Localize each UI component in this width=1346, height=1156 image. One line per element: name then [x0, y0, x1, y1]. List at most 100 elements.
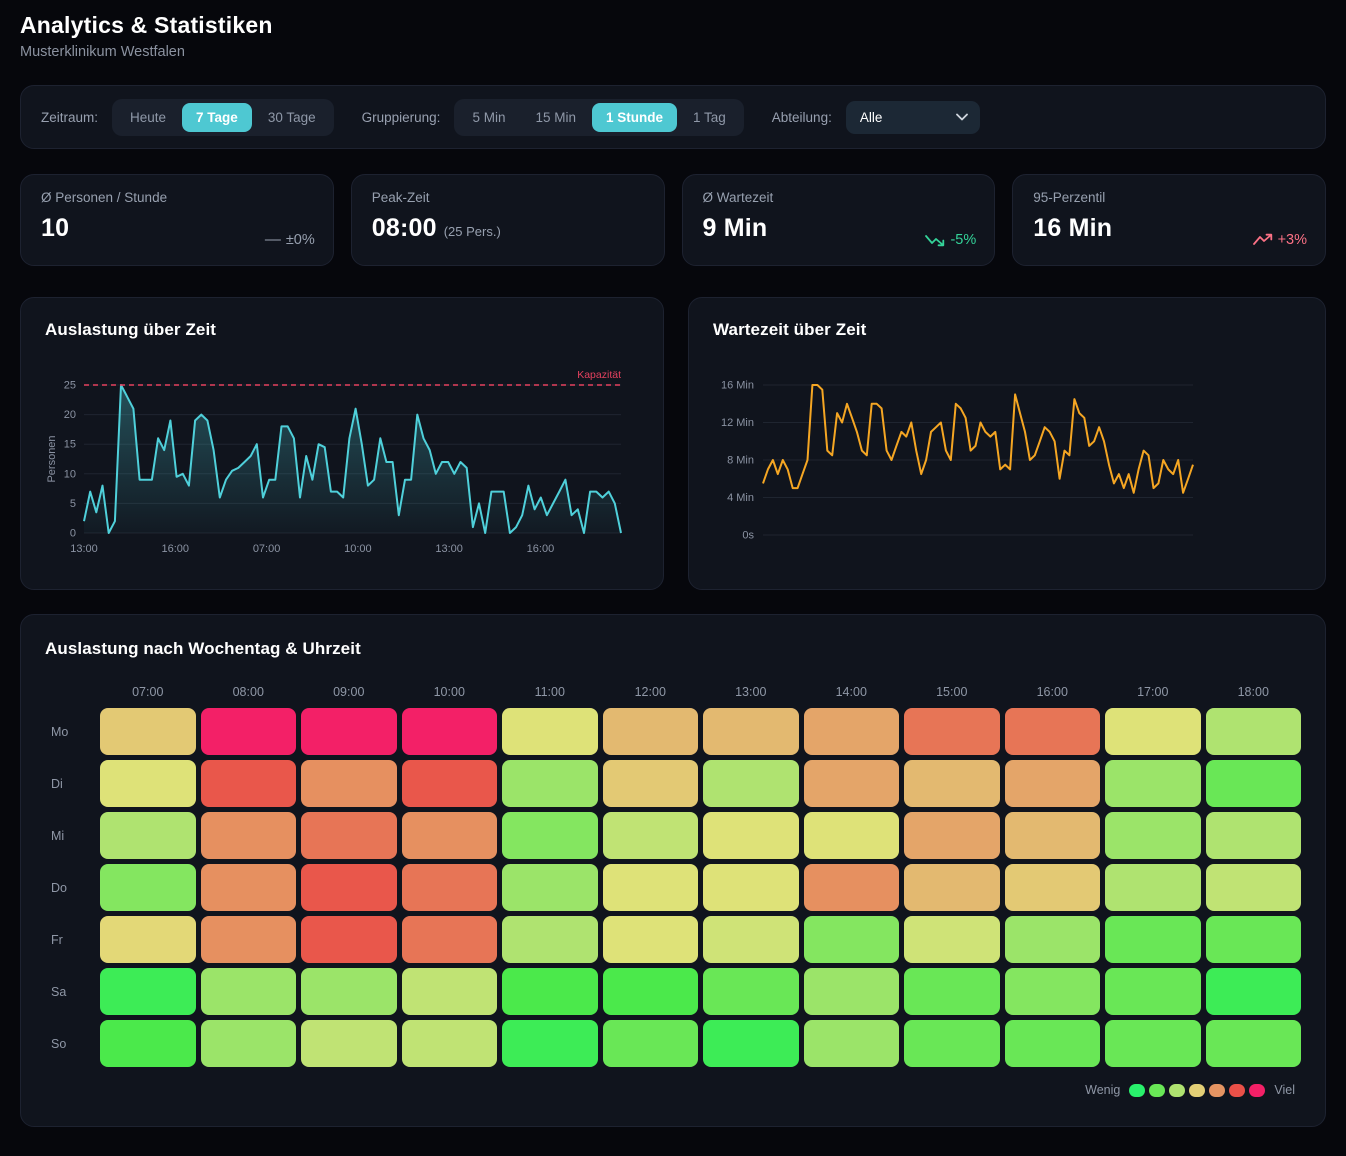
heatmap-cell[interactable]	[502, 1020, 598, 1067]
heatmap-cell[interactable]	[1105, 864, 1201, 911]
heatmap-cell[interactable]	[1105, 1020, 1201, 1067]
heatmap-cell[interactable]	[603, 916, 699, 963]
heatmap-cell[interactable]	[1005, 968, 1101, 1015]
zeitraum-option-30-tage[interactable]: 30 Tage	[254, 103, 330, 132]
heatmap-cell[interactable]	[603, 968, 699, 1015]
heatmap-cell[interactable]	[804, 916, 900, 963]
heatmap-cell[interactable]	[100, 760, 196, 807]
heatmap-cell[interactable]	[301, 1020, 397, 1067]
heatmap-cell[interactable]	[100, 864, 196, 911]
heatmap-cell[interactable]	[301, 916, 397, 963]
heatmap-cell[interactable]	[904, 968, 1000, 1015]
heatmap-cell[interactable]	[804, 968, 900, 1015]
heatmap-cell[interactable]	[201, 968, 297, 1015]
heatmap-cell[interactable]	[100, 812, 196, 859]
charts-row: Auslastung über Zeit 0510152025Personen1…	[20, 297, 1326, 590]
heatmap-cell[interactable]	[502, 708, 598, 755]
heatmap-cell[interactable]	[201, 708, 297, 755]
heatmap-cell[interactable]	[402, 968, 498, 1015]
heatmap-cell[interactable]	[1206, 916, 1302, 963]
heatmap-cell[interactable]	[1005, 916, 1101, 963]
heatmap-col-label: 10:00	[402, 677, 498, 703]
heatmap-cell[interactable]	[402, 708, 498, 755]
abteilung-select[interactable]: Alle	[846, 101, 980, 134]
zeitraum-option-7-tage[interactable]: 7 Tage	[182, 103, 252, 132]
heatmap-cell[interactable]	[1206, 864, 1302, 911]
heatmap-cell[interactable]	[1206, 1020, 1302, 1067]
heatmap-cell[interactable]	[100, 968, 196, 1015]
heatmap-cell[interactable]	[804, 708, 900, 755]
heatmap-cell[interactable]	[703, 968, 799, 1015]
heatmap-cell[interactable]	[603, 864, 699, 911]
heatmap-col-label: 18:00	[1206, 677, 1302, 703]
heatmap-cell[interactable]	[201, 1020, 297, 1067]
heatmap-cell[interactable]	[201, 760, 297, 807]
gruppierung-label: Gruppierung:	[362, 110, 441, 125]
heatmap-cell[interactable]	[1206, 968, 1302, 1015]
heatmap-cell[interactable]	[1206, 812, 1302, 859]
heatmap-cell[interactable]	[804, 812, 900, 859]
heatmap-cell[interactable]	[603, 708, 699, 755]
heatmap-cell[interactable]	[904, 708, 1000, 755]
heatmap-cell[interactable]	[1206, 760, 1302, 807]
heatmap-cell[interactable]	[1105, 708, 1201, 755]
heatmap-cell[interactable]	[904, 812, 1000, 859]
heatmap-cell[interactable]	[301, 760, 397, 807]
svg-text:13:00: 13:00	[70, 543, 98, 555]
heatmap-cell[interactable]	[1005, 1020, 1101, 1067]
heatmap-cell[interactable]	[1005, 760, 1101, 807]
heatmap-cell[interactable]	[402, 760, 498, 807]
heatmap-cell[interactable]	[100, 1020, 196, 1067]
heatmap-cell[interactable]	[502, 812, 598, 859]
heatmap-cell[interactable]	[100, 916, 196, 963]
heatmap-cell[interactable]	[703, 1020, 799, 1067]
heatmap-cell[interactable]	[1005, 708, 1101, 755]
heatmap-cell[interactable]	[703, 864, 799, 911]
heatmap-cell[interactable]	[402, 812, 498, 859]
heatmap-cell[interactable]	[402, 864, 498, 911]
heatmap-cell[interactable]	[804, 760, 900, 807]
heatmap-cell[interactable]	[1206, 708, 1302, 755]
heatmap-cell[interactable]	[1105, 812, 1201, 859]
gruppierung-option-1-tag[interactable]: 1 Tag	[679, 103, 740, 132]
heatmap-cell[interactable]	[804, 864, 900, 911]
heatmap-cell[interactable]	[703, 916, 799, 963]
heatmap-cell[interactable]	[201, 864, 297, 911]
heatmap-cell[interactable]	[1105, 968, 1201, 1015]
heatmap-cell[interactable]	[703, 708, 799, 755]
heatmap-cell[interactable]	[502, 916, 598, 963]
heatmap-cell[interactable]	[703, 760, 799, 807]
heatmap-cell[interactable]	[301, 812, 397, 859]
heatmap-cell[interactable]	[402, 1020, 498, 1067]
svg-text:16:00: 16:00	[162, 543, 190, 555]
heatmap-cell[interactable]	[904, 1020, 1000, 1067]
heatmap-cell[interactable]	[603, 1020, 699, 1067]
zeitraum-option-heute[interactable]: Heute	[116, 103, 180, 132]
heatmap-cell[interactable]	[1005, 812, 1101, 859]
heatmap-cell[interactable]	[201, 812, 297, 859]
heatmap-cell[interactable]	[301, 864, 397, 911]
heatmap-cell[interactable]	[301, 968, 397, 1015]
gruppierung-option-5-min[interactable]: 5 Min	[458, 103, 519, 132]
gruppierung-option-15-min[interactable]: 15 Min	[521, 103, 590, 132]
heatmap-cell[interactable]	[502, 864, 598, 911]
svg-text:20: 20	[64, 409, 76, 421]
heatmap-cell[interactable]	[904, 864, 1000, 911]
heatmap-cell[interactable]	[904, 760, 1000, 807]
heatmap-cell[interactable]	[1005, 864, 1101, 911]
heatmap-cell[interactable]	[502, 968, 598, 1015]
heatmap-cell[interactable]	[603, 760, 699, 807]
heatmap-cell[interactable]	[100, 708, 196, 755]
heatmap-cell[interactable]	[1105, 916, 1201, 963]
heatmap-cell[interactable]	[502, 760, 598, 807]
heatmap-cell[interactable]	[603, 812, 699, 859]
heatmap-cell[interactable]	[301, 708, 397, 755]
legend-dot	[1129, 1084, 1145, 1097]
heatmap-cell[interactable]	[201, 916, 297, 963]
heatmap-cell[interactable]	[402, 916, 498, 963]
heatmap-cell[interactable]	[1105, 760, 1201, 807]
gruppierung-option-1-stunde[interactable]: 1 Stunde	[592, 103, 677, 132]
heatmap-cell[interactable]	[804, 1020, 900, 1067]
heatmap-cell[interactable]	[904, 916, 1000, 963]
heatmap-cell[interactable]	[703, 812, 799, 859]
